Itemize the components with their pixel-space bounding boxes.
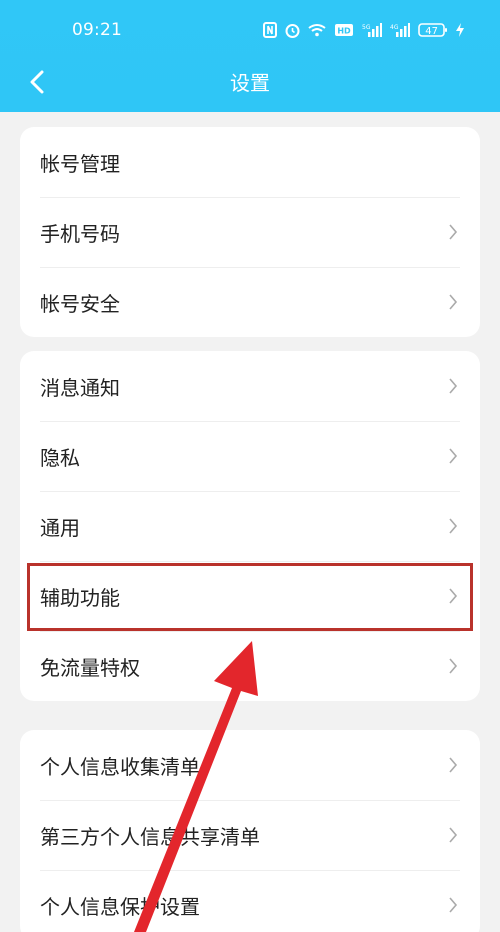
chevron-right-icon: [449, 448, 458, 464]
settings-group-account: 帐号管理 手机号码 帐号安全: [20, 127, 480, 337]
charging-icon: [456, 23, 464, 40]
chevron-right-icon: [449, 658, 458, 674]
settings-item-label: 辅助功能: [40, 585, 120, 610]
settings-item-data-free[interactable]: 免流量特权: [20, 631, 480, 701]
signal-5g-icon: 5G: [362, 22, 382, 41]
status-bar: 09:21 HD 5G 4G 47: [0, 0, 500, 62]
chevron-right-icon: [449, 294, 458, 310]
wifi-icon: [308, 23, 326, 40]
status-time: 09:21: [72, 20, 122, 40]
nfc-icon: [263, 22, 277, 41]
settings-item-label: 手机号码: [40, 221, 120, 246]
settings-item-label: 隐私: [40, 445, 80, 470]
page-title: 设置: [230, 71, 270, 95]
header: 09:21 HD 5G 4G 47 设置: [0, 0, 500, 112]
chevron-right-icon: [449, 827, 458, 843]
svg-text:HD: HD: [337, 27, 351, 36]
signal-4g-icon: 4G: [390, 22, 410, 41]
hd-icon: HD: [334, 23, 354, 40]
settings-item-phone-number[interactable]: 手机号码: [20, 197, 480, 267]
nav-bar: 设置: [0, 62, 500, 112]
settings-item-label: 个人信息收集清单: [40, 754, 200, 779]
settings-item-third-party-sharing-list[interactable]: 第三方个人信息共享清单: [20, 800, 480, 870]
settings-item-label: 消息通知: [40, 375, 120, 400]
svg-text:5G: 5G: [362, 24, 371, 31]
settings-item-account-security[interactable]: 帐号安全: [20, 267, 480, 337]
settings-item-info-collection-list[interactable]: 个人信息收集清单: [20, 730, 480, 800]
svg-text:4G: 4G: [390, 24, 399, 31]
settings-item-label: 第三方个人信息共享清单: [40, 824, 260, 849]
settings-item-label: 通用: [40, 515, 80, 540]
chevron-right-icon: [449, 224, 458, 240]
chevron-right-icon: [449, 897, 458, 913]
battery-level: 47: [425, 26, 438, 37]
chevron-right-icon: [449, 378, 458, 394]
settings-group-general: 消息通知 隐私 通用 辅助功能 免流量特权: [20, 351, 480, 701]
settings-item-label: 免流量特权: [40, 655, 140, 680]
settings-item-label: 个人信息保护设置: [40, 894, 200, 919]
status-icons: HD 5G 4G 47: [263, 22, 464, 41]
settings-item-notifications[interactable]: 消息通知: [20, 351, 480, 421]
chevron-right-icon: [449, 588, 458, 604]
settings-item-privacy[interactable]: 隐私: [20, 421, 480, 491]
settings-group-personal-info: 个人信息收集清单 第三方个人信息共享清单 个人信息保护设置: [20, 730, 480, 932]
settings-item-info-protection[interactable]: 个人信息保护设置: [20, 870, 480, 932]
chevron-right-icon: [449, 518, 458, 534]
settings-item-label: 帐号安全: [40, 291, 120, 316]
alarm-icon: [285, 22, 300, 41]
settings-screen: 09:21 HD 5G 4G 47 设置 帐号管理 手机号码 帐号安全 消息通知…: [0, 0, 500, 932]
chevron-right-icon: [449, 757, 458, 773]
settings-item-label: 帐号管理: [40, 151, 120, 176]
settings-item-general[interactable]: 通用: [20, 491, 480, 561]
settings-item-accessibility[interactable]: 辅助功能: [20, 561, 480, 631]
settings-item-account-management[interactable]: 帐号管理: [20, 127, 480, 197]
